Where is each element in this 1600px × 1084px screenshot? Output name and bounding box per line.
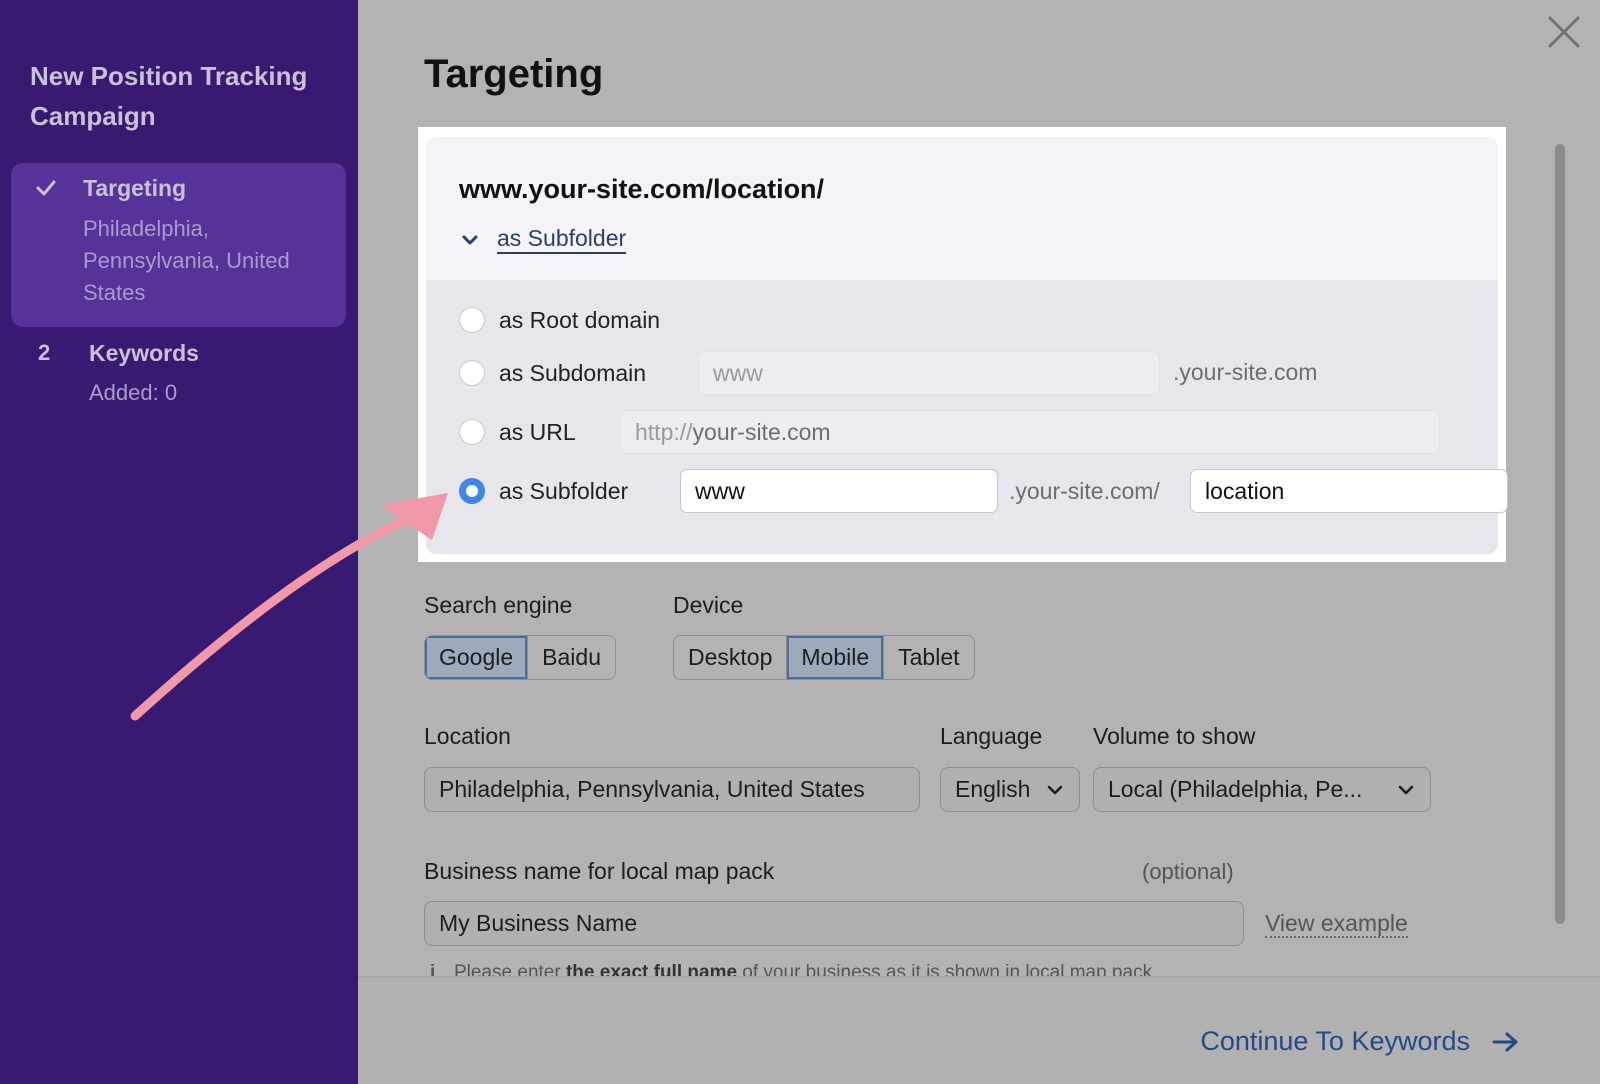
campaign-title: New Position Tracking Campaign [30,61,308,131]
check-icon [36,180,56,196]
search-engine-baidu[interactable]: Baidu [528,636,615,679]
continue-to-keywords-button[interactable]: Continue To Keywords [1200,1026,1520,1057]
location-input[interactable]: Philadelphia, Pennsylvania, United State… [424,767,920,812]
radio-subfolder[interactable] [459,478,485,504]
device-tablet[interactable]: Tablet [884,636,974,679]
subfolder-path-input[interactable]: location [1190,469,1508,513]
view-example-link[interactable]: View example [1265,910,1408,938]
subfolder-subdomain-value: www [695,477,745,504]
domain-type-toggle-label: as Subfolder [497,225,627,254]
page-title: Targeting [424,52,604,96]
search-engine-google[interactable]: Google [425,636,529,679]
url-input-value: your-site.com [692,418,831,445]
device-mobile[interactable]: Mobile [787,636,885,679]
volume-label: Volume to show [1093,723,1256,749]
option-subdomain-label: as Subdomain [499,359,647,386]
subdomain-input[interactable]: www [698,351,1160,395]
main-panel: Targeting www.your-site.com/location/ as… [358,0,1600,1084]
sidebar: New Position Tracking Campaign Targeting… [0,0,358,1084]
volume-dropdown[interactable]: Local (Philadelphia, Pe... [1093,767,1431,812]
step-keywords-number: 2 [38,340,51,365]
location-label: Location [424,723,511,749]
close-icon[interactable] [1546,14,1582,50]
business-name-value: My Business Name [439,910,638,936]
search-engine-selector: Google Baidu [424,635,616,680]
domain-targeting-card: www.your-site.com/location/ as Subfolder… [418,127,1508,562]
step-keywords-label: Keywords [89,340,199,366]
language-dropdown[interactable]: English [940,767,1080,812]
domain-options: as Root domain as Subdomain www .your-si… [426,280,1508,554]
option-subdomain[interactable]: as Subdomain [459,351,646,395]
step-targeting-subtitle: Philadelphia, Pennsylvania, United State… [83,216,290,305]
footer: Continue To Keywords [358,976,1600,1084]
option-url-label: as URL [499,418,576,445]
language-label: Language [940,723,1043,749]
radio-subdomain[interactable] [459,360,485,386]
option-subfolder[interactable]: as Subfolder [459,469,628,513]
subdomain-suffix: .your-site.com [1173,359,1318,385]
device-selector: Desktop Mobile Tablet [673,635,975,680]
option-subfolder-label: as Subfolder [499,477,629,504]
step-keywords-subtitle: Added: 0 [89,380,178,405]
chevron-down-icon [1398,785,1414,794]
option-root-domain[interactable]: as Root domain [459,298,660,342]
device-label: Device [673,592,744,618]
optional-label: (optional) [1142,859,1234,884]
step-targeting-label: Targeting [83,175,187,201]
option-url[interactable]: as URL [459,410,576,454]
location-value: Philadelphia, Pennsylvania, United State… [439,776,865,802]
radio-root-domain[interactable] [459,307,485,333]
domain-type-toggle[interactable]: as Subfolder [459,225,627,254]
chevron-down-icon [1047,785,1063,794]
business-name-label: Business name for local map pack [424,858,775,884]
business-name-input[interactable]: My Business Name [424,901,1244,946]
language-value: English [955,776,1031,802]
option-root-domain-label: as Root domain [499,306,661,333]
device-desktop[interactable]: Desktop [674,636,788,679]
continue-label: Continue To Keywords [1200,1026,1470,1056]
radio-url[interactable] [459,419,485,445]
arrow-right-icon [1492,1032,1518,1051]
url-input[interactable]: http://your-site.com [620,410,1440,454]
domain-card-header: www.your-site.com/location/ as Subfolder [426,137,1498,280]
domain-url: www.your-site.com/location/ [459,174,825,204]
subdomain-input-placeholder: www [713,359,763,386]
chevron-down-icon [462,235,478,244]
step-targeting[interactable]: Targeting Philadelphia, Pennsylvania, Un… [11,163,346,327]
volume-value: Local (Philadelphia, Pe... [1108,776,1363,802]
url-input-prefix: http:// [635,418,693,445]
search-engine-label: Search engine [424,592,573,618]
subfolder-path-value: location [1205,477,1285,504]
scrollbar[interactable] [1555,144,1565,924]
subfolder-subdomain-input[interactable]: www [680,469,998,513]
subfolder-domain-suffix: .your-site.com/ [1009,478,1160,504]
